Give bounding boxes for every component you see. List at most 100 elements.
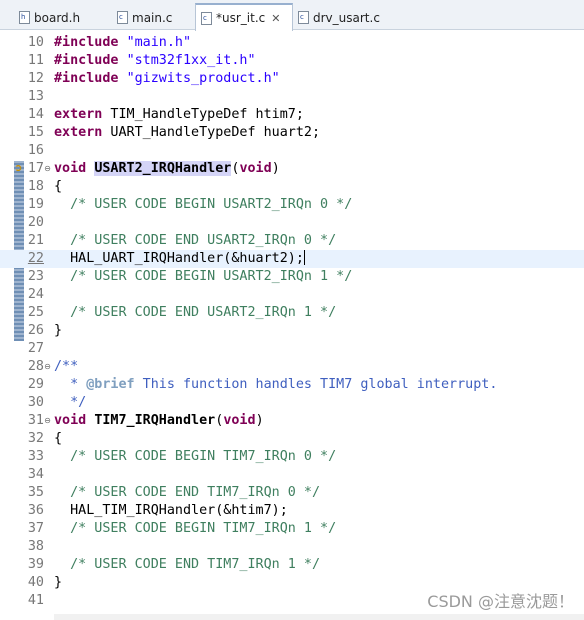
code-token: * (54, 377, 87, 392)
code-line[interactable]: 12 #include "gizwits_product.h" (0, 70, 584, 88)
line-number: 10 (27, 35, 44, 50)
code-line[interactable]: 16 (0, 142, 584, 160)
code-text: HAL_UART_IRQHandler(&huart2); (54, 250, 305, 268)
line-number: 33 (27, 449, 44, 464)
code-line[interactable]: 38 (0, 538, 584, 556)
code-line[interactable]: 27 (0, 340, 584, 358)
code-token: HAL_UART_IRQHandler(&huart2); (54, 251, 304, 266)
code-text: */ (54, 394, 86, 412)
code-line[interactable]: 15 extern UART_HandleTypeDef huart2; (0, 124, 584, 142)
code-line[interactable]: 28 ⊖/** (0, 358, 584, 376)
code-text: /* USER CODE BEGIN USART2_IRQn 1 */ (54, 268, 352, 286)
code-line[interactable]: 36 HAL_TIM_IRQHandler(&htim7); (0, 502, 584, 520)
code-token: #include (54, 53, 119, 68)
line-number: 36 (27, 503, 44, 518)
code-line[interactable]: 26} (0, 322, 584, 340)
line-number: 25 (27, 305, 44, 320)
code-line[interactable]: 34 (0, 466, 584, 484)
code-token: } (54, 323, 63, 338)
line-number: 41 (27, 593, 44, 608)
code-token: void (54, 413, 87, 428)
code-line[interactable]: 23 /* USER CODE BEGIN USART2_IRQn 1 */ (0, 268, 584, 286)
code-line[interactable]: 10 #include "main.h" (0, 34, 584, 52)
tab-label: *usr_it.c (216, 11, 266, 25)
file-icon: c (117, 11, 128, 24)
code-text: } (54, 322, 62, 340)
code-line[interactable]: 11 #include "stm32f1xx_it.h" (0, 52, 584, 70)
line-number: 30 (27, 395, 44, 410)
code-line[interactable]: 29 * @brief This function handles TIM7 g… (0, 376, 584, 394)
code-token: "gizwits_product.h" (126, 71, 280, 86)
horizontal-scrollbar[interactable] (54, 614, 584, 620)
code-editor[interactable]: CSDN @注意沈题！ 10 #include "main.h" 11 #includ… (0, 31, 584, 620)
code-text: { (54, 178, 62, 196)
code-token: USART2_IRQHandler (94, 161, 232, 176)
code-token: /* USER CODE END TIM7_IRQn 1 */ (70, 557, 321, 572)
code-line[interactable]: 39 /* USER CODE END TIM7_IRQn 1 */ (0, 556, 584, 574)
line-number: 29 (27, 377, 44, 392)
code-token: { (54, 179, 63, 194)
tab-label: board.h (34, 10, 81, 25)
code-line[interactable]: 24 (0, 286, 584, 304)
code-text: /** (54, 358, 78, 376)
code-line[interactable]: 13 (0, 88, 584, 106)
code-line[interactable]: 37 /* USER CODE BEGIN TIM7_IRQn 1 */ (0, 520, 584, 538)
line-number: 18 (27, 179, 44, 194)
code-line[interactable]: 14 extern TIM_HandleTypeDef htim7; (0, 106, 584, 124)
code-token: /* USER CODE END USART2_IRQn 1 */ (70, 305, 337, 320)
code-token: void (223, 413, 256, 428)
code-line[interactable]: 33 /* USER CODE BEGIN TIM7_IRQn 0 */ (0, 448, 584, 466)
code-line[interactable]: 40} (0, 574, 584, 592)
code-token: #include (54, 35, 119, 50)
tab-board-h[interactable]: h board.h (14, 5, 112, 30)
code-line[interactable]: 30 */ (0, 394, 584, 412)
code-line[interactable]: 25 /* USER CODE END USART2_IRQn 1 */ (0, 304, 584, 322)
file-icon: c (201, 11, 212, 25)
line-number: 15 (27, 125, 44, 140)
tab-drv-usart-c[interactable]: c drv_usart.c (293, 5, 393, 30)
fold-collapse-icon[interactable]: ⊖ (43, 362, 52, 371)
line-number: 21 (27, 233, 44, 248)
code-token: } (54, 575, 63, 590)
code-line[interactable]: ➲ 17 ⊖ void USART2_IRQHandler(void) (0, 160, 584, 178)
code-text: /* USER CODE END TIM7_IRQn 1 */ (54, 556, 320, 574)
code-line[interactable]: 41 (0, 592, 584, 610)
code-token: TIM7_IRQHandler (94, 413, 216, 428)
code-token: @brief (86, 377, 135, 392)
line-number: 12 (27, 71, 44, 86)
code-token: /* USER CODE BEGIN USART2_IRQn 1 */ (70, 269, 353, 284)
code-line[interactable]: 20 (0, 214, 584, 232)
fold-collapse-icon[interactable]: ⊖ (43, 416, 52, 425)
code-line[interactable]: 31 ⊖ void TIM7_IRQHandler(void) (0, 412, 584, 430)
code-token: ) (255, 413, 264, 428)
code-text: /* USER CODE END TIM7_IRQn 0 */ (54, 484, 320, 502)
tab-main-c[interactable]: c main.c (112, 5, 195, 30)
code-text: void USART2_IRQHandler(void) (54, 160, 280, 178)
code-text: } (54, 574, 62, 592)
code-line[interactable]: 19 /* USER CODE BEGIN USART2_IRQn 0 */ (0, 196, 584, 214)
code-line[interactable]: 35 /* USER CODE END TIM7_IRQn 0 */ (0, 484, 584, 502)
line-number: 13 (27, 89, 44, 104)
code-text: /* USER CODE BEGIN TIM7_IRQn 0 */ (54, 448, 336, 466)
code-line[interactable]: 32 { (0, 430, 584, 448)
line-number: 27 (27, 341, 44, 356)
line-number: 34 (27, 467, 44, 482)
code-line[interactable]: 22 HAL_UART_IRQHandler(&huart2); (0, 250, 584, 268)
tab-usr-it-c[interactable]: c *usr_it.c ✕ (195, 3, 293, 31)
line-number: 16 (27, 143, 44, 158)
line-number: 20 (27, 215, 44, 230)
close-tab-icon[interactable]: ✕ (271, 12, 280, 25)
tab-label: main.c (132, 10, 173, 25)
code-token: void (54, 161, 87, 176)
code-line[interactable]: 18 { (0, 178, 584, 196)
code-line[interactable]: 21 /* USER CODE END USART2_IRQn 0 */ (0, 232, 584, 250)
code-token: /* USER CODE BEGIN TIM7_IRQn 1 */ (70, 521, 337, 536)
line-number: 26 (27, 323, 44, 338)
fold-collapse-icon[interactable]: ⊖ (43, 164, 52, 173)
